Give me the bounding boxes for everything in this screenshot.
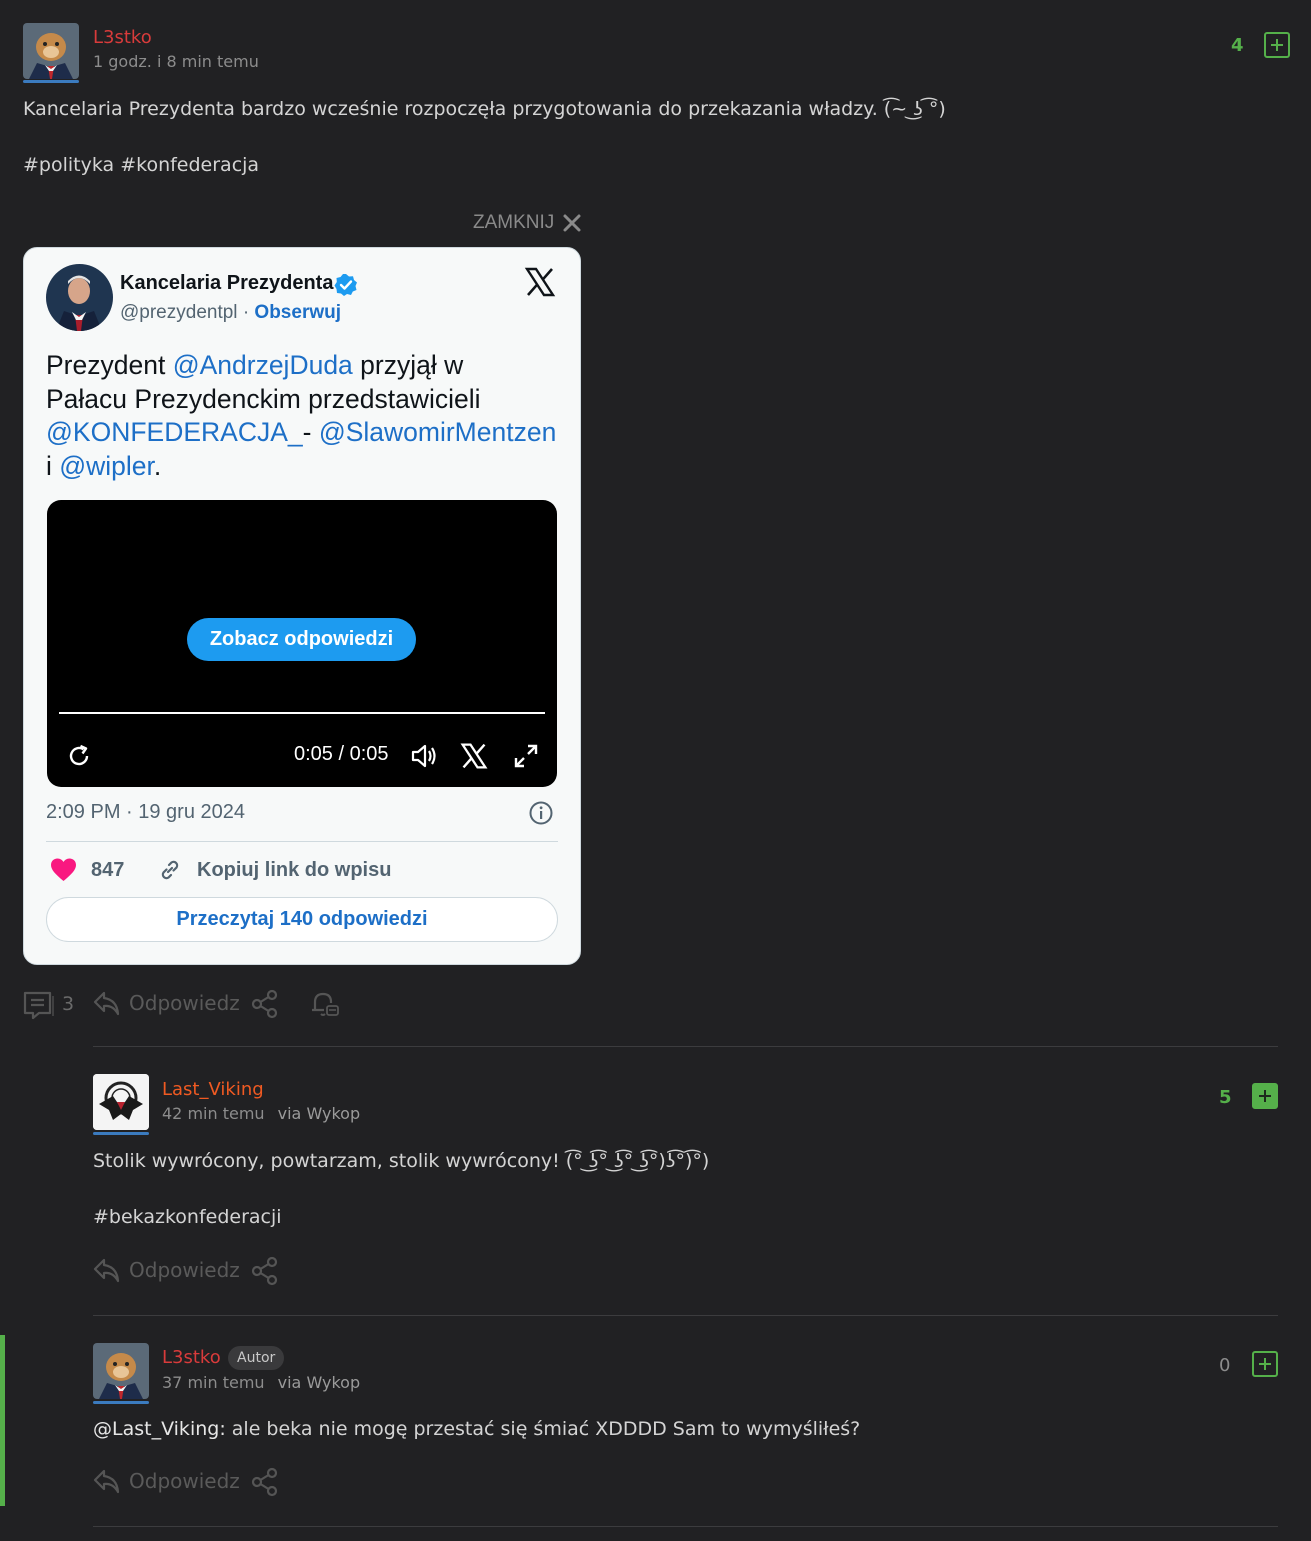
tweet-line-1: Prezydent @AndrzejDuda przyjął w bbox=[46, 349, 561, 383]
tweet-handle-row: @prezydentpl · Obserwuj bbox=[120, 302, 341, 324]
comments-count[interactable]: 3 bbox=[62, 993, 74, 1015]
mention-wipler[interactable]: @wipler bbox=[59, 451, 154, 481]
tweet-text-part: - bbox=[302, 417, 319, 447]
avatar[interactable] bbox=[93, 1343, 149, 1399]
comments-divider bbox=[93, 1046, 1278, 1047]
x-logo-icon[interactable] bbox=[524, 266, 556, 298]
close-embed-button[interactable]: ZAMKNIJ bbox=[473, 212, 582, 234]
tweet-text-part: . bbox=[153, 450, 162, 481]
avatar[interactable] bbox=[93, 1074, 149, 1130]
comment-tags[interactable]: #bekazkonfederacji bbox=[93, 1206, 282, 1228]
read-replies-button[interactable]: Przeczytaj 140 odpowiedzi bbox=[46, 897, 558, 942]
comment-mention[interactable]: @Last_Viking: bbox=[93, 1418, 226, 1440]
replay-icon[interactable] bbox=[65, 742, 93, 770]
tweet-timestamp[interactable]: 2:09 PM · 19 gru 2024 bbox=[46, 801, 245, 824]
bell-icon[interactable] bbox=[309, 989, 339, 1019]
video-player[interactable]: Zobacz odpowiedzi 0:05 / 0:05 bbox=[47, 500, 557, 787]
reply-button[interactable]: Odpowiedz bbox=[129, 1469, 240, 1493]
comment-text: @Last_Viking: ale beka nie mogę przestać… bbox=[93, 1418, 860, 1440]
comments-icon[interactable] bbox=[23, 990, 55, 1020]
tweet-text-part: Prezydent bbox=[46, 350, 173, 380]
copy-link-button[interactable]: Kopiuj link do wpisu bbox=[197, 859, 391, 882]
comments-divider bbox=[93, 1526, 1278, 1527]
post-upvote-button[interactable] bbox=[1264, 32, 1290, 58]
x-video-icon[interactable] bbox=[460, 742, 488, 770]
share-icon[interactable] bbox=[250, 1467, 280, 1497]
comment-time[interactable]: 42 min temu bbox=[162, 1104, 265, 1123]
comment-vote-count: 5 bbox=[1219, 1087, 1232, 1108]
author-badge: Autor bbox=[228, 1346, 285, 1370]
reply-icon[interactable] bbox=[92, 989, 120, 1017]
tweet-text: Prezydent @AndrzejDuda przyjął w Pałacu … bbox=[46, 349, 561, 483]
share-icon[interactable] bbox=[250, 1256, 280, 1286]
comment-upvote-button[interactable] bbox=[1252, 1351, 1278, 1377]
video-time: 0:05 / 0:05 bbox=[294, 743, 389, 765]
comment-meta: 37 min temu via Wykop bbox=[162, 1373, 360, 1392]
post-vote-count: 4 bbox=[1231, 35, 1244, 56]
reply-button[interactable]: Odpowiedz bbox=[129, 991, 240, 1015]
tweet-text-part: przyjął w bbox=[352, 350, 464, 380]
fullscreen-icon[interactable] bbox=[512, 742, 540, 770]
own-comment-marker bbox=[0, 1335, 5, 1506]
comment-text: Stolik wywrócony, powtarzam, stolik wywr… bbox=[93, 1150, 710, 1172]
link-icon[interactable] bbox=[157, 857, 183, 883]
close-embed-label: ZAMKNIJ bbox=[473, 212, 555, 233]
mention-andrzejduda[interactable]: @AndrzejDuda bbox=[173, 350, 353, 380]
comment-via: via Wykop bbox=[277, 1104, 361, 1123]
comments-divider bbox=[93, 1315, 1278, 1316]
comment-author[interactable]: Last_Viking bbox=[162, 1079, 264, 1100]
avatar[interactable] bbox=[23, 23, 79, 79]
close-icon bbox=[562, 213, 582, 233]
comment-via: via Wykop bbox=[277, 1373, 361, 1392]
tweet-divider bbox=[46, 841, 558, 842]
see-replies-button[interactable]: Zobacz odpowiedzi bbox=[187, 618, 416, 661]
comment-vote-count: 0 bbox=[1219, 1355, 1231, 1376]
tweet-handle[interactable]: @prezydentpl bbox=[120, 302, 238, 323]
volume-icon[interactable] bbox=[410, 742, 440, 770]
reply-button[interactable]: Odpowiedz bbox=[129, 1258, 240, 1282]
tweet-text-part: i bbox=[46, 450, 60, 481]
reply-icon[interactable] bbox=[92, 1256, 120, 1284]
avatar-accent-bar bbox=[93, 1132, 149, 1135]
info-icon[interactable] bbox=[528, 800, 554, 826]
video-progress-track[interactable] bbox=[59, 712, 545, 714]
comment-upvote-button[interactable] bbox=[1252, 1083, 1278, 1109]
tweet-line-4: i @wipler. bbox=[46, 450, 561, 484]
post-tags[interactable]: #polityka #konfederacja bbox=[23, 154, 259, 176]
read-replies-label: Przeczytaj 140 odpowiedzi bbox=[176, 908, 428, 930]
share-icon[interactable] bbox=[250, 989, 280, 1019]
post-author[interactable]: L3stko bbox=[93, 27, 152, 48]
tweet-line-2: Pałacu Prezydenckim przedstawicieli bbox=[46, 383, 481, 414]
tweet-author-name[interactable]: Kancelaria Prezydenta bbox=[120, 272, 333, 295]
comment-body: ale beka nie mogę przestać się śmiać XDD… bbox=[225, 1418, 861, 1440]
mention-slawomirmentzen[interactable]: @SlawomirMentzen bbox=[319, 417, 557, 447]
follow-link[interactable]: Obserwuj bbox=[254, 302, 341, 323]
separator-dot: · bbox=[242, 302, 255, 323]
tweet-embed: Kancelaria Prezydenta @prezydentpl · Obs… bbox=[23, 247, 581, 965]
reply-icon[interactable] bbox=[92, 1467, 120, 1495]
tweet-line-3: @KONFEDERACJA_- @SlawomirMentzen bbox=[46, 416, 561, 450]
post-text: Kancelaria Prezydenta bardzo wcześnie ro… bbox=[23, 98, 946, 120]
tweet-avatar[interactable] bbox=[46, 264, 113, 331]
heart-icon[interactable] bbox=[50, 857, 77, 883]
mention-konfederacja[interactable]: @KONFEDERACJA_ bbox=[46, 417, 303, 447]
avatar-accent-bar bbox=[93, 1401, 149, 1404]
verified-icon bbox=[334, 273, 358, 297]
comment-author[interactable]: L3stko bbox=[162, 1347, 221, 1368]
like-count: 847 bbox=[91, 859, 125, 881]
comment-meta: 42 min temu via Wykop bbox=[162, 1104, 360, 1123]
comment-time[interactable]: 37 min temu bbox=[162, 1373, 265, 1392]
avatar-accent-bar bbox=[23, 80, 79, 83]
video-progress-fill bbox=[59, 712, 545, 714]
post-time[interactable]: 1 godz. i 8 min temu bbox=[93, 52, 259, 71]
